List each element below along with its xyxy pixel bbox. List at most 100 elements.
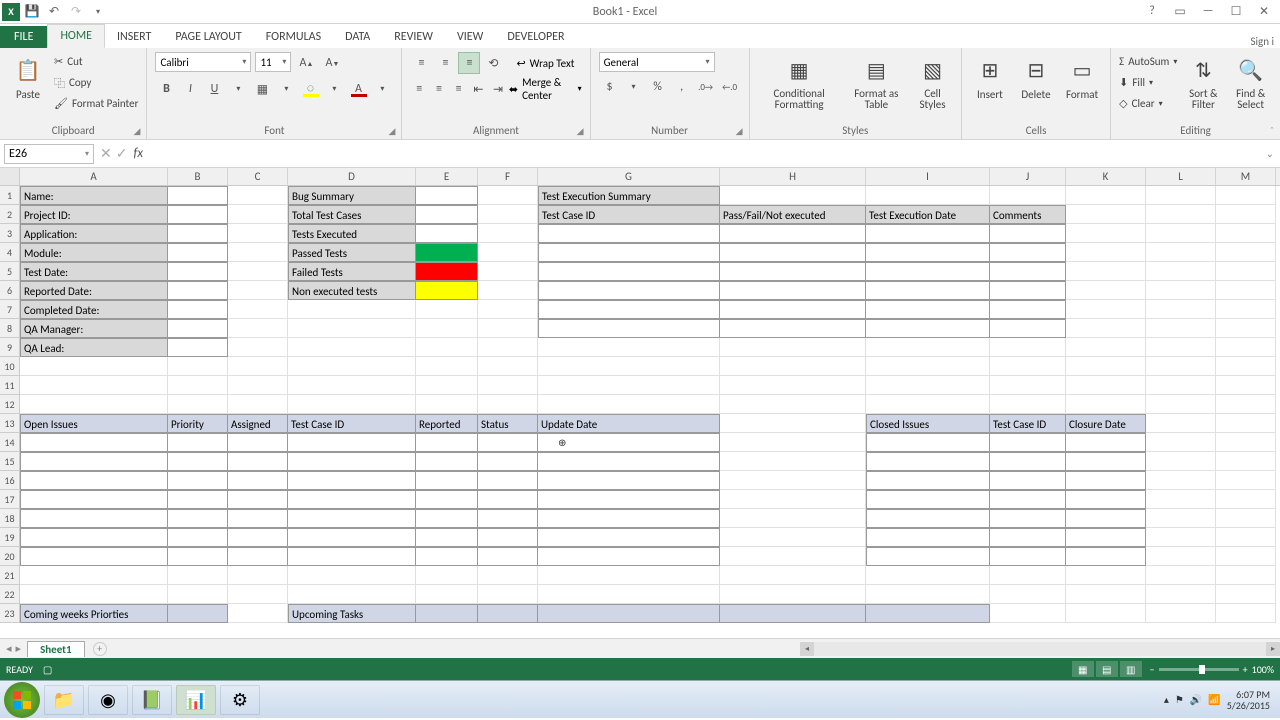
minimize-icon[interactable]: —: [1198, 4, 1218, 19]
cell[interactable]: [1066, 566, 1146, 585]
cell[interactable]: [1216, 376, 1276, 395]
cell[interactable]: [1216, 281, 1276, 300]
cell[interactable]: [478, 186, 538, 205]
cell[interactable]: [20, 585, 168, 604]
worksheet-grid[interactable]: A B C D E F G H I J K L M 1Name:Bug Summ…: [0, 168, 1280, 638]
cell[interactable]: [416, 566, 478, 585]
cell[interactable]: Tests Executed: [288, 224, 416, 243]
cell[interactable]: [720, 357, 866, 376]
cell[interactable]: [866, 243, 990, 262]
cell[interactable]: [866, 528, 990, 547]
cell[interactable]: [416, 319, 478, 338]
help-icon[interactable]: ?: [1142, 4, 1162, 19]
cell[interactable]: [20, 452, 168, 471]
cell[interactable]: [228, 262, 288, 281]
cell[interactable]: [866, 452, 990, 471]
cell[interactable]: [168, 490, 228, 509]
cell[interactable]: [1146, 604, 1216, 623]
cell[interactable]: [1216, 604, 1276, 623]
cell[interactable]: [1146, 262, 1216, 281]
cell[interactable]: [20, 357, 168, 376]
decrease-font-icon[interactable]: A▼: [321, 52, 343, 74]
cell[interactable]: [720, 547, 866, 566]
cell[interactable]: [538, 300, 720, 319]
cell[interactable]: [720, 186, 866, 205]
cell[interactable]: [1216, 528, 1276, 547]
cell[interactable]: [416, 490, 478, 509]
cell[interactable]: [1146, 585, 1216, 604]
cell[interactable]: [168, 433, 228, 452]
cell[interactable]: [288, 433, 416, 452]
cell[interactable]: [1216, 395, 1276, 414]
select-all-corner[interactable]: [0, 168, 20, 185]
cell[interactable]: [228, 205, 288, 224]
cell[interactable]: [990, 300, 1066, 319]
cell[interactable]: [990, 186, 1066, 205]
row-header[interactable]: 4: [0, 243, 20, 262]
cell[interactable]: Open Issues: [20, 414, 168, 433]
cell[interactable]: [478, 300, 538, 319]
row-header[interactable]: 16: [0, 471, 20, 490]
row-header[interactable]: 9: [0, 338, 20, 357]
cell[interactable]: Test Execution Summary: [538, 186, 720, 205]
cell[interactable]: [1216, 547, 1276, 566]
cell[interactable]: Name:: [20, 186, 168, 205]
col-header[interactable]: H: [720, 168, 866, 185]
cell[interactable]: [478, 566, 538, 585]
cell[interactable]: [1216, 585, 1276, 604]
cell[interactable]: [20, 395, 168, 414]
row-header[interactable]: 13: [0, 414, 20, 433]
cell[interactable]: Pass/Fail/Not executed: [720, 205, 866, 224]
font-size-select[interactable]: 11▾: [255, 52, 291, 72]
delete-cells-button[interactable]: ⊟Delete: [1016, 52, 1056, 103]
add-sheet-icon[interactable]: +: [93, 642, 107, 656]
cell[interactable]: [990, 338, 1066, 357]
cell[interactable]: [478, 243, 538, 262]
cell[interactable]: Reported: [416, 414, 478, 433]
cell[interactable]: [1066, 243, 1146, 262]
currency-icon[interactable]: $: [599, 76, 621, 98]
cell[interactable]: [228, 281, 288, 300]
cell[interactable]: [416, 338, 478, 357]
cell[interactable]: [1216, 262, 1276, 281]
increase-indent-icon[interactable]: ⇥: [489, 78, 507, 100]
cell-styles-button[interactable]: ▧Cell Styles: [912, 52, 953, 112]
cell[interactable]: [478, 224, 538, 243]
cell[interactable]: [990, 509, 1066, 528]
cell[interactable]: [168, 566, 228, 585]
home-tab[interactable]: HOME: [47, 24, 105, 48]
accept-formula-icon[interactable]: ✓: [116, 145, 128, 162]
cell[interactable]: [538, 471, 720, 490]
cell[interactable]: [1216, 243, 1276, 262]
cell[interactable]: [20, 376, 168, 395]
align-top-icon[interactable]: ≡: [410, 52, 432, 74]
cell[interactable]: Total Test Cases: [288, 205, 416, 224]
cut-button[interactable]: ✂Cut: [54, 52, 138, 71]
cell[interactable]: [538, 452, 720, 471]
cell[interactable]: [288, 509, 416, 528]
cell[interactable]: Application:: [20, 224, 168, 243]
fill-dropdown-icon[interactable]: ▾: [323, 78, 345, 100]
col-header[interactable]: M: [1216, 168, 1276, 185]
number-format-select[interactable]: General▾: [599, 52, 715, 72]
cell[interactable]: [478, 528, 538, 547]
cell[interactable]: [720, 452, 866, 471]
name-box[interactable]: E26▾: [4, 144, 94, 164]
cell[interactable]: [478, 433, 538, 452]
cell[interactable]: [228, 452, 288, 471]
cell[interactable]: [1216, 471, 1276, 490]
cell[interactable]: [416, 186, 478, 205]
fill-button[interactable]: ⬇Fill▾: [1119, 73, 1177, 92]
cell[interactable]: [720, 414, 866, 433]
formulas-tab[interactable]: FORMULAS: [254, 26, 333, 48]
row-header[interactable]: 6: [0, 281, 20, 300]
cancel-formula-icon[interactable]: ✕: [100, 145, 112, 162]
col-header[interactable]: J: [990, 168, 1066, 185]
cell[interactable]: [20, 547, 168, 566]
cell[interactable]: [720, 395, 866, 414]
cell[interactable]: [720, 604, 866, 623]
cell[interactable]: [990, 243, 1066, 262]
align-left-icon[interactable]: ≡: [410, 78, 428, 100]
taskbar-excel-icon[interactable]: 📊: [176, 685, 216, 715]
cell[interactable]: [1066, 547, 1146, 566]
